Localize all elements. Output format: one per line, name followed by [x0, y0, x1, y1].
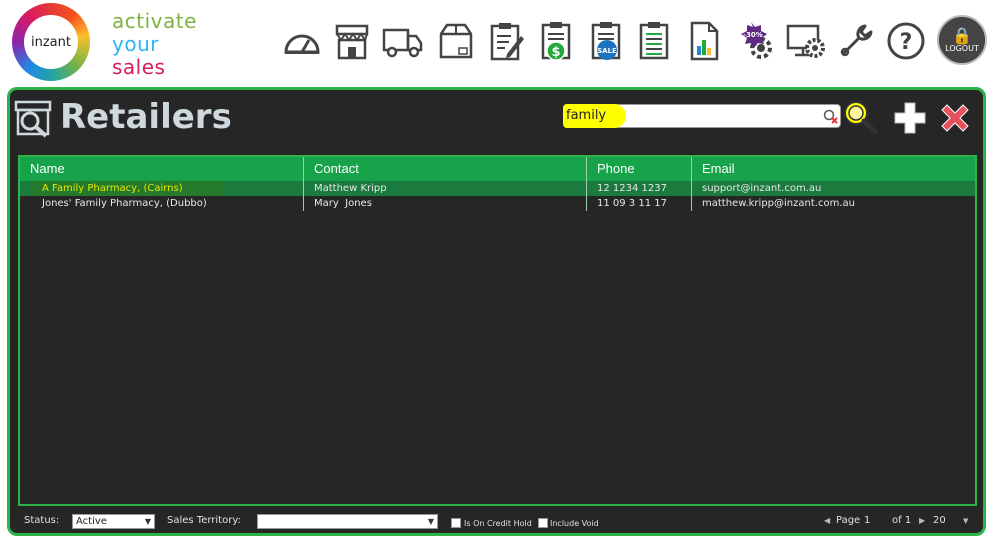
chevron-down-icon: ▼ — [427, 517, 434, 526]
include-void-checkbox[interactable] — [538, 518, 548, 528]
cell-email[interactable]: matthew.kripp@inzant.com.au — [702, 196, 855, 211]
logout-button[interactable]: 🔒 LOGOUT — [937, 15, 987, 65]
column-header-phone[interactable]: Phone — [597, 157, 635, 181]
chevron-down-icon: ▼ — [144, 517, 151, 526]
clipboard-edit-icon[interactable] — [484, 18, 528, 64]
column-divider — [303, 157, 304, 211]
report-chart-icon[interactable] — [682, 18, 726, 64]
page-size-select[interactable]: 20 — [933, 515, 946, 526]
page-number-input[interactable]: 1 — [864, 515, 870, 526]
tagline-line-3: sales — [112, 55, 166, 79]
page-count: of 1 — [892, 515, 912, 526]
table-header — [20, 157, 975, 181]
cell-phone[interactable]: 12 1234 1237 — [597, 181, 667, 196]
next-page-icon[interactable]: ▶ — [919, 516, 925, 525]
cell-name[interactable]: A Family Pharmacy, (Cairns) — [42, 181, 183, 196]
status-select[interactable]: Active ▼ — [72, 514, 155, 529]
discount-badge-text: -30% — [743, 31, 763, 39]
tagline-line-1: activate — [112, 9, 197, 33]
discount-settings-icon[interactable]: -30% — [734, 18, 778, 64]
brand-logo-text: inzant — [24, 15, 78, 69]
cell-contact[interactable]: Matthew Kripp — [314, 181, 387, 196]
credit-hold-checkbox[interactable] — [451, 518, 461, 528]
column-header-email[interactable]: Email — [702, 157, 735, 181]
clipboard-sale-icon[interactable]: SALE — [584, 18, 628, 64]
cell-email[interactable]: support@inzant.com.au — [702, 181, 821, 196]
logout-label: LOGOUT — [945, 43, 979, 53]
credit-hold-label: Is On Credit Hold — [464, 519, 532, 528]
store-icon[interactable] — [330, 18, 374, 64]
svg-text:$: $ — [551, 45, 560, 60]
page-label: Page — [836, 515, 861, 526]
monitor-settings-icon[interactable] — [784, 18, 828, 64]
help-icon[interactable]: ? — [884, 18, 928, 64]
wrench-icon[interactable] — [834, 18, 878, 64]
cell-name[interactable]: Jones' Family Pharmacy, (Dubbo) — [42, 196, 207, 211]
tagline-line-2: your — [112, 32, 159, 56]
previous-page-icon[interactable]: ◀ — [824, 516, 830, 525]
column-divider — [586, 157, 587, 211]
cell-contact[interactable]: Mary Jones — [314, 196, 372, 211]
dashboard-icon[interactable] — [280, 18, 324, 64]
truck-icon[interactable] — [380, 18, 424, 64]
add-retailer-button[interactable] — [893, 101, 927, 135]
sale-badge-text: SALE — [597, 47, 617, 55]
chevron-down-icon[interactable]: ▼ — [963, 517, 968, 525]
store-search-icon — [14, 100, 52, 138]
search-input-value[interactable]: family — [563, 104, 627, 128]
close-button[interactable] — [938, 101, 972, 135]
cell-phone[interactable]: 11 09 3 11 17 — [597, 196, 667, 211]
column-header-name[interactable]: Name — [30, 157, 65, 181]
status-label: Status: — [24, 515, 60, 526]
box-icon[interactable] — [434, 18, 478, 64]
status-select-value: Active — [76, 516, 107, 527]
lock-icon: 🔒 — [952, 25, 972, 45]
search-button[interactable] — [842, 99, 878, 135]
sales-territory-label: Sales Territory: — [167, 515, 241, 526]
include-void-label: Include Void — [550, 519, 599, 528]
help-glyph: ? — [900, 30, 913, 55]
clipboard-list-icon[interactable] — [632, 18, 676, 64]
column-divider — [691, 157, 692, 211]
page-title: Retailers — [60, 97, 232, 137]
clear-search-icon[interactable] — [822, 108, 838, 124]
clipboard-dollar-icon[interactable]: $ — [534, 18, 578, 64]
sales-territory-select[interactable]: ▼ — [257, 514, 438, 529]
column-header-contact[interactable]: Contact — [314, 157, 359, 181]
